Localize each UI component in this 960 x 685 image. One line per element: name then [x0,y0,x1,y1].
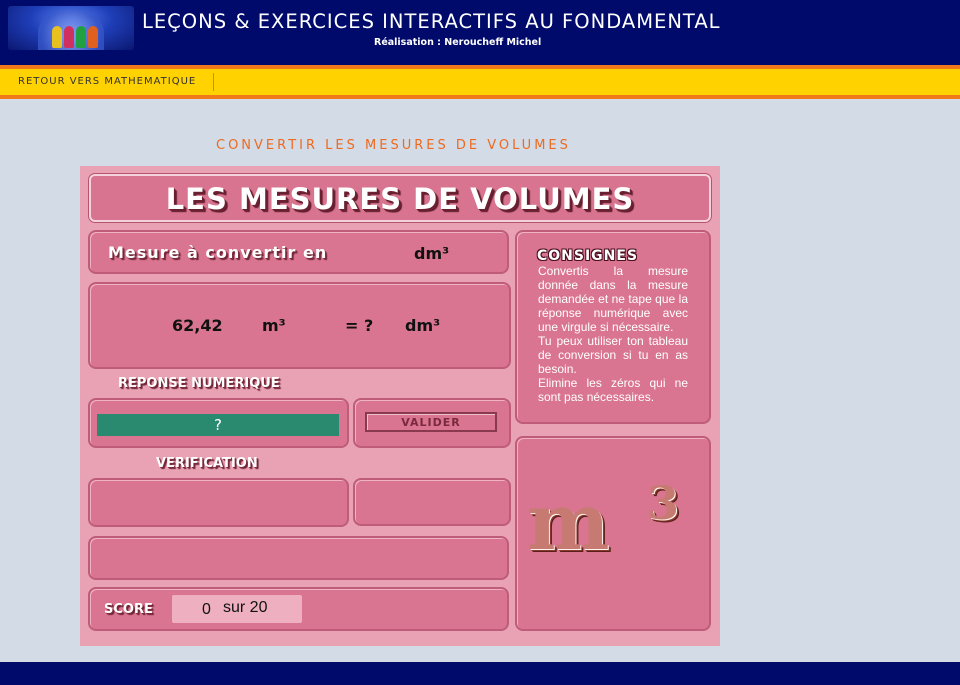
verification-label: VERIFICATION [156,456,258,471]
instructions-text: Convertis la mesure donnée dans la mesur… [538,264,688,404]
exercise-banner: LES MESURES DE VOLUMES [89,174,711,222]
equals-question: = ? [345,316,374,335]
exercise-panel: LES MESURES DE VOLUMES Mesure à converti… [80,166,720,646]
unit-graphic-box: m 3 [515,436,711,631]
convert-label: Mesure à convertir en [108,243,328,262]
verification-message-box [88,536,509,580]
score-value: 0 [202,601,211,618]
verification-status-box [353,478,511,526]
verification-result-box [88,478,349,527]
site-title: LEÇONS & EXERCICES INTERACTIFS AU FONDAM… [142,10,721,33]
target-unit: dm³ [414,244,450,263]
answer-unit: dm³ [405,316,441,335]
logo-figure [52,26,62,48]
logo-figure [88,26,98,48]
nav-bottom-border [0,95,960,99]
question-box: 62,42 m³ = ? dm³ [88,282,511,369]
site-subtitle: Réalisation : Neroucheff Michel [374,37,542,48]
nav-bar: RETOUR VERS MATHEMATIQUE [0,69,960,95]
instruction-paragraph: Tu peux utiliser ton tableau de conversi… [538,334,688,376]
logo-figure [76,26,86,48]
instructions-title: CONSIGNES [537,248,639,264]
unit-graphic-exponent: 3 [647,476,680,530]
answer-input[interactable] [97,414,339,436]
unit-graphic-m: m [527,477,610,568]
banner-title: LES MESURES DE VOLUMES [165,182,635,216]
score-total: sur 20 [223,599,268,616]
convert-unit-box: Mesure à convertir en dm³ [88,230,509,274]
nav-divider [213,73,214,91]
page-heading: CONVERTIR LES MESURES DE VOLUMES [216,138,571,153]
score-label: SCORE [104,602,153,617]
site-logo[interactable] [8,6,134,50]
response-label: REPONSE NUMERIQUE [118,376,280,391]
instruction-paragraph: Convertis la mesure donnée dans la mesur… [538,264,688,334]
back-to-math-link[interactable]: RETOUR VERS MATHEMATIQUE [18,76,196,87]
instruction-paragraph: Elimine les zéros qui ne sont pas nécess… [538,376,688,404]
score-display: 0 sur 20 [172,595,302,623]
site-footer [0,662,960,685]
site-header: LEÇONS & EXERCICES INTERACTIFS AU FONDAM… [0,0,960,65]
given-unit: m³ [262,316,286,335]
validate-button[interactable]: VALIDER [365,412,497,432]
logo-figure [64,26,74,48]
given-value: 62,42 [172,316,223,335]
